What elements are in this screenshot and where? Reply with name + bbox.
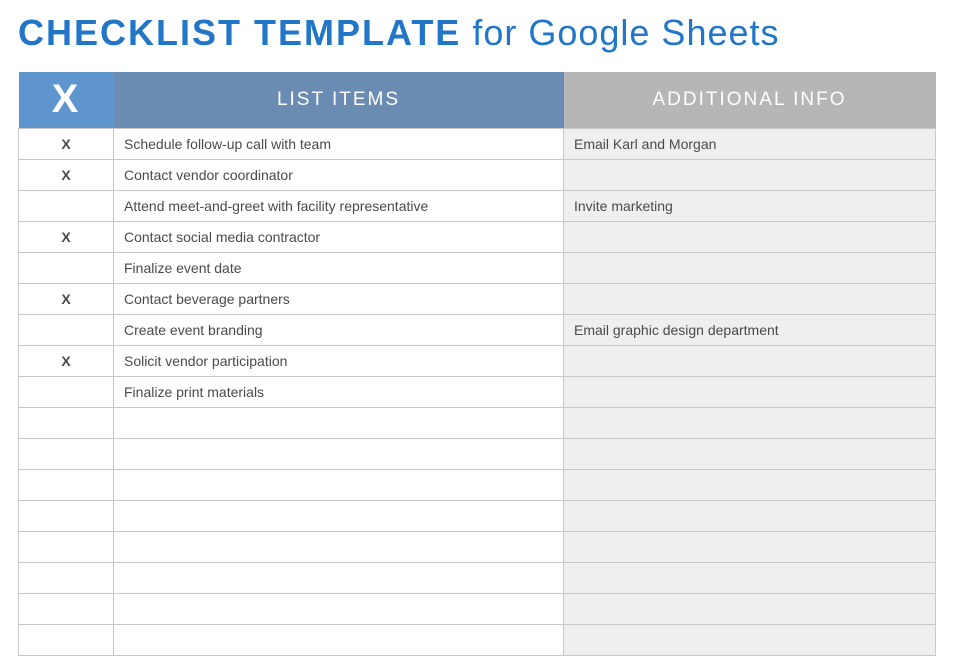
table-row: XContact vendor coordinator (19, 159, 936, 190)
table-row: Create event brandingEmail graphic desig… (19, 314, 936, 345)
item-cell[interactable]: Contact vendor coordinator (114, 159, 564, 190)
table-row (19, 438, 936, 469)
check-cell[interactable] (19, 438, 114, 469)
checklist-table: X LIST ITEMS ADDITIONAL INFO XSchedule f… (18, 72, 936, 656)
item-cell[interactable] (114, 624, 564, 655)
info-cell[interactable] (564, 407, 936, 438)
item-cell[interactable]: Finalize print materials (114, 376, 564, 407)
table-row (19, 624, 936, 655)
check-cell[interactable] (19, 531, 114, 562)
check-cell[interactable] (19, 190, 114, 221)
check-cell[interactable] (19, 562, 114, 593)
info-cell[interactable]: Email graphic design department (564, 314, 936, 345)
table-row (19, 407, 936, 438)
check-cell[interactable] (19, 624, 114, 655)
info-cell[interactable] (564, 345, 936, 376)
table-row (19, 531, 936, 562)
info-cell[interactable] (564, 624, 936, 655)
info-cell[interactable] (564, 531, 936, 562)
item-cell[interactable] (114, 438, 564, 469)
item-cell[interactable]: Create event branding (114, 314, 564, 345)
item-cell[interactable]: Attend meet-and-greet with facility repr… (114, 190, 564, 221)
table-row: Attend meet-and-greet with facility repr… (19, 190, 936, 221)
info-cell[interactable] (564, 159, 936, 190)
check-cell[interactable] (19, 593, 114, 624)
table-row (19, 562, 936, 593)
item-cell[interactable]: Contact beverage partners (114, 283, 564, 314)
table-header-row: X LIST ITEMS ADDITIONAL INFO (19, 72, 936, 128)
table-row (19, 469, 936, 500)
check-cell[interactable]: X (19, 159, 114, 190)
table-row (19, 500, 936, 531)
info-cell[interactable] (564, 221, 936, 252)
info-cell[interactable] (564, 283, 936, 314)
table-body: XSchedule follow-up call with teamEmail … (19, 128, 936, 655)
item-cell[interactable] (114, 500, 564, 531)
info-cell[interactable] (564, 469, 936, 500)
check-cell[interactable]: X (19, 283, 114, 314)
item-cell[interactable] (114, 531, 564, 562)
item-cell[interactable]: Schedule follow-up call with team (114, 128, 564, 159)
header-info-column: ADDITIONAL INFO (564, 72, 936, 128)
info-cell[interactable] (564, 438, 936, 469)
check-cell[interactable]: X (19, 221, 114, 252)
check-cell[interactable] (19, 469, 114, 500)
page-title: CHECKLIST TEMPLATE for Google Sheets (18, 12, 936, 54)
info-cell[interactable] (564, 500, 936, 531)
check-cell[interactable] (19, 407, 114, 438)
table-row: Finalize event date (19, 252, 936, 283)
title-rest: for Google Sheets (461, 12, 779, 53)
info-cell[interactable] (564, 562, 936, 593)
item-cell[interactable]: Solicit vendor participation (114, 345, 564, 376)
info-cell[interactable] (564, 376, 936, 407)
check-cell[interactable] (19, 500, 114, 531)
header-item-column: LIST ITEMS (114, 72, 564, 128)
table-row: XContact beverage partners (19, 283, 936, 314)
table-row (19, 593, 936, 624)
check-cell[interactable]: X (19, 128, 114, 159)
info-cell[interactable]: Invite marketing (564, 190, 936, 221)
table-row: XSolicit vendor participation (19, 345, 936, 376)
item-cell[interactable] (114, 469, 564, 500)
check-cell[interactable] (19, 376, 114, 407)
item-cell[interactable]: Contact social media contractor (114, 221, 564, 252)
check-cell[interactable]: X (19, 345, 114, 376)
table-row: XSchedule follow-up call with teamEmail … (19, 128, 936, 159)
item-cell[interactable]: Finalize event date (114, 252, 564, 283)
header-check-column: X (19, 72, 114, 128)
info-cell[interactable] (564, 252, 936, 283)
item-cell[interactable] (114, 593, 564, 624)
check-cell[interactable] (19, 314, 114, 345)
info-cell[interactable]: Email Karl and Morgan (564, 128, 936, 159)
title-bold: CHECKLIST TEMPLATE (18, 12, 461, 53)
item-cell[interactable] (114, 562, 564, 593)
table-row: Finalize print materials (19, 376, 936, 407)
table-row: XContact social media contractor (19, 221, 936, 252)
check-cell[interactable] (19, 252, 114, 283)
info-cell[interactable] (564, 593, 936, 624)
item-cell[interactable] (114, 407, 564, 438)
